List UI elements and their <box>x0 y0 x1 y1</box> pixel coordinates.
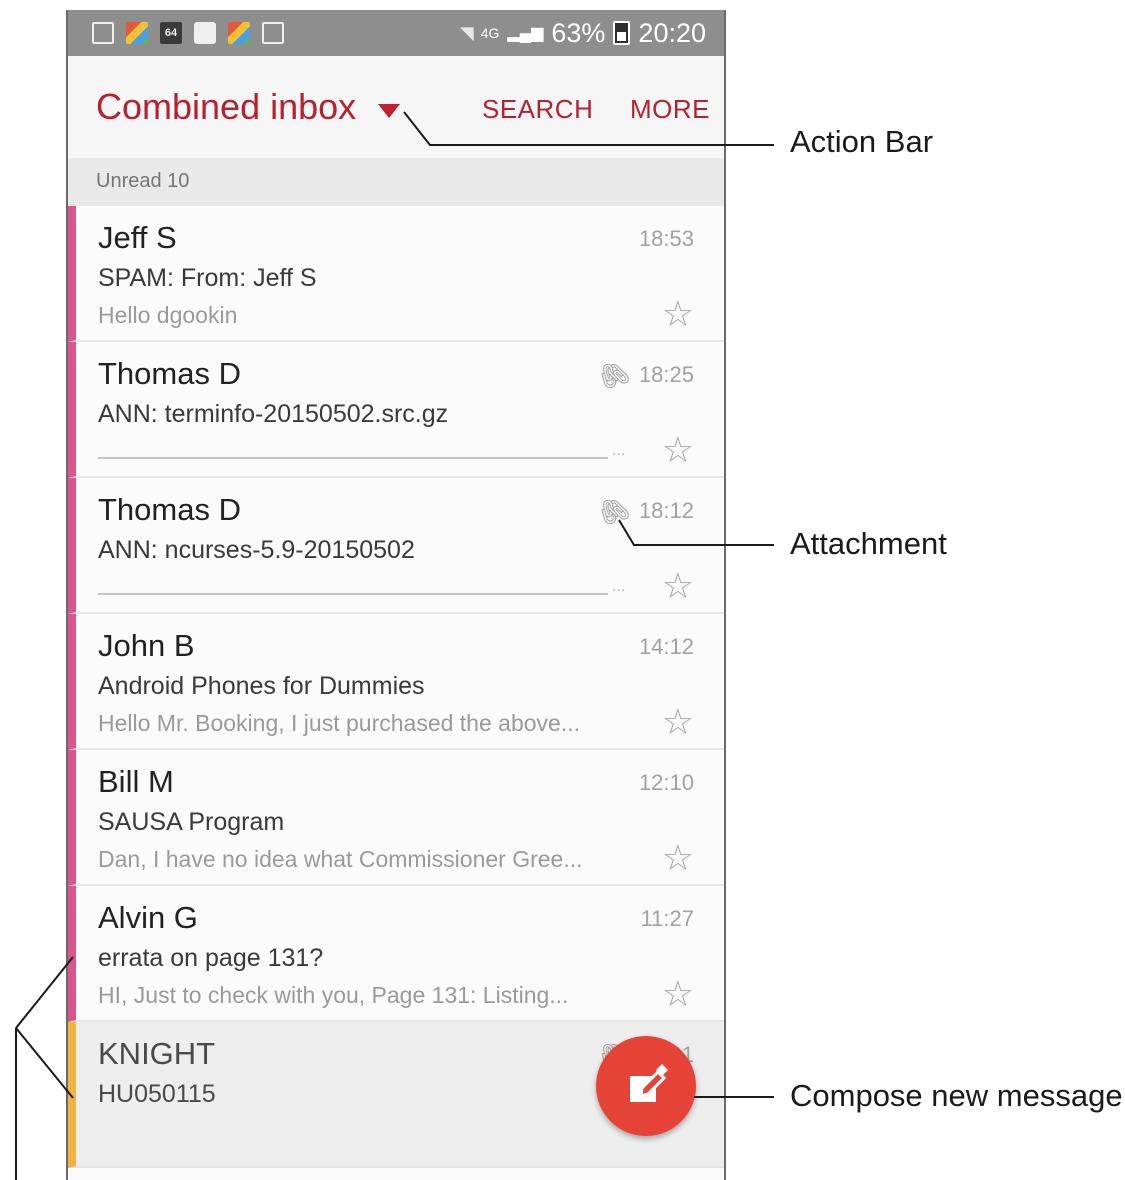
message-row[interactable]: Thomas D ANN: terminfo-20150502.src.gz .… <box>68 342 724 478</box>
message-row[interactable]: Alvin G errata on page 131? HI, Just to … <box>68 886 724 1022</box>
star-icon[interactable]: ☆ <box>662 840 694 876</box>
message-time: 12:10 <box>638 770 694 795</box>
badge-64-icon: 64 <box>160 22 182 44</box>
message-sender: KNIGHT <box>98 1036 216 1071</box>
status-time: 20:20 <box>638 17 706 48</box>
unread-header: Unread 10 <box>68 158 724 207</box>
preview-placeholder-line <box>98 457 608 459</box>
unread-count-label: Unread 10 <box>96 170 190 192</box>
wifi-signal-icon: ◥ <box>459 22 474 43</box>
message-preview: Hello dgookin <box>98 302 238 328</box>
star-icon[interactable]: ☆ <box>662 432 694 468</box>
gallery-icon <box>92 22 114 44</box>
callout-compose: Compose new message <box>790 1078 1123 1113</box>
message-subject: SPAM: From: Jeff S <box>98 264 317 292</box>
message-time: 14:12 <box>638 634 694 659</box>
message-sender: Bill M <box>98 764 174 799</box>
preview-ellipsis: ... <box>612 442 626 459</box>
star-icon[interactable]: ☆ <box>662 568 694 604</box>
message-sender: Jeff S <box>98 220 177 255</box>
inbox-tray-icon <box>262 22 284 44</box>
callout-attachment: Attachment <box>790 526 947 561</box>
network-type: 4G <box>480 25 500 41</box>
message-subject: ANN: terminfo-20150502.src.gz <box>98 400 449 428</box>
star-icon[interactable]: ☆ <box>662 704 694 740</box>
message-time: 18:53 <box>638 226 694 251</box>
message-subject: SAUSA Program <box>98 808 285 836</box>
chat-icon <box>194 22 216 44</box>
inbox-selector-title[interactable]: Combined inbox <box>96 86 356 128</box>
message-preview: Hello Mr. Booking, I just purchased the … <box>98 710 580 736</box>
message-sender: Alvin G <box>98 900 198 935</box>
preview-placeholder-line <box>98 593 608 595</box>
battery-icon <box>613 21 631 45</box>
message-row[interactable]: Jeff S SPAM: From: Jeff S Hello dgookin … <box>68 206 724 342</box>
message-sender: Thomas D <box>98 356 241 391</box>
search-button[interactable]: SEARCH <box>482 94 593 125</box>
status-bar: 64 ◥ 4G ▂▄▆ 63% 20:20 <box>68 10 724 56</box>
compose-icon <box>630 1064 668 1102</box>
action-bar: Combined inbox SEARCH MORE <box>68 56 724 159</box>
more-button[interactable]: MORE <box>630 94 710 125</box>
dropdown-arrow-icon[interactable] <box>378 104 400 118</box>
compose-button[interactable] <box>596 1036 696 1136</box>
message-time: 18:25 <box>638 362 694 387</box>
phone-screen: 64 ◥ 4G ▂▄▆ 63% 20:20 Combined inbox SEA… <box>66 10 726 1180</box>
message-subject: errata on page 131? <box>98 944 324 972</box>
callout-action-bar: Action Bar <box>790 124 934 159</box>
app-icon <box>126 22 148 44</box>
preview-ellipsis: ... <box>612 578 626 595</box>
attachment-icon: 🖇 <box>591 489 636 533</box>
message-subject: HU050115 <box>98 1080 216 1108</box>
message-row[interactable]: Bill M SAUSA Program Dan, I have no idea… <box>68 750 724 886</box>
star-icon[interactable]: ☆ <box>662 976 694 1012</box>
app-icon <box>228 22 250 44</box>
message-sender: John B <box>98 628 195 663</box>
message-time: 11:27 <box>640 906 694 931</box>
message-time: 18:12 <box>638 498 694 523</box>
message-subject: ANN: ncurses-5.9-20150502 <box>98 536 415 564</box>
message-preview: HI, Just to check with you, Page 131: Li… <box>98 982 569 1008</box>
message-subject: Android Phones for Dummies <box>98 672 425 700</box>
battery-percent: 63% <box>551 17 606 48</box>
star-icon[interactable]: ☆ <box>662 296 694 332</box>
message-row[interactable]: John B Android Phones for Dummies Hello … <box>68 614 724 750</box>
attachment-icon: 🖇 <box>591 353 636 397</box>
cell-signal-icon: ▂▄▆ <box>507 25 544 42</box>
message-row[interactable]: Thomas D ANN: ncurses-5.9-20150502 ... 🖇… <box>68 478 724 614</box>
message-preview: Dan, I have no idea what Commissioner Gr… <box>98 846 583 872</box>
message-sender: Thomas D <box>98 492 241 527</box>
